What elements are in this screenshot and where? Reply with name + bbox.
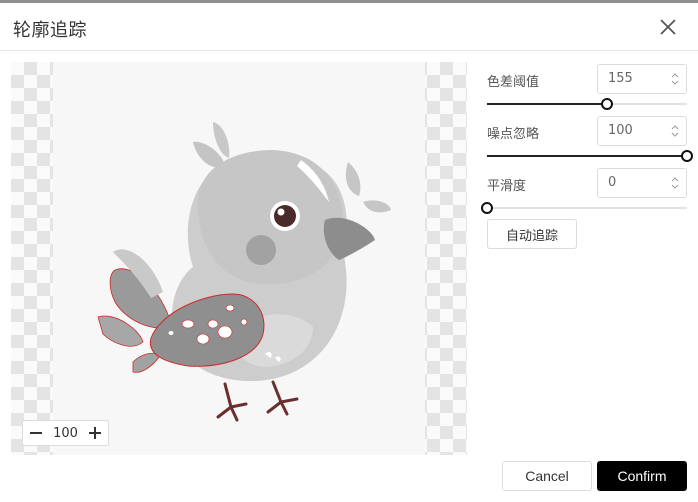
image-preview-canvas[interactable]: 100 [11,62,467,455]
spinner-arrows-icon[interactable] [671,124,679,138]
zoom-value: 100 [53,425,78,441]
cancel-button[interactable]: Cancel [502,461,592,491]
bird-illustration [97,122,391,422]
noise-ignore-label: 噪点忽略 [487,127,540,142]
minus-icon[interactable] [29,426,43,440]
slider-thumb[interactable] [601,98,613,110]
noise-ignore-input[interactable]: 100 [597,116,687,146]
color-threshold-value: 155 [608,71,633,86]
slider-fill [487,103,607,105]
noise-ignore-value: 100 [608,123,633,138]
smoothness-slider[interactable] [481,202,687,214]
confirm-button[interactable]: Confirm [597,461,687,491]
slider-fill [487,155,687,157]
dialog-title: 轮廓追踪 [13,20,87,41]
zoom-control: 100 [22,420,109,446]
auto-trace-button[interactable]: 自动追踪 [487,219,577,249]
color-threshold-input[interactable]: 155 [597,64,687,94]
slider-thumb[interactable] [681,150,693,162]
plus-icon[interactable] [88,426,102,440]
smoothness-label: 平滑度 [487,179,527,194]
spinner-arrows-icon[interactable] [671,176,679,190]
close-icon[interactable] [658,17,678,37]
smoothness-value: 0 [608,175,617,190]
slider-thumb[interactable] [481,202,493,214]
spinner-arrows-icon[interactable] [671,72,679,86]
noise-ignore-slider[interactable] [487,150,693,162]
dialog-header: 轮廓追踪 [0,3,698,51]
color-threshold-label: 色差阈值 [487,75,540,90]
smoothness-input[interactable]: 0 [597,168,687,198]
color-threshold-slider[interactable] [487,98,687,110]
traced-image [53,62,425,455]
